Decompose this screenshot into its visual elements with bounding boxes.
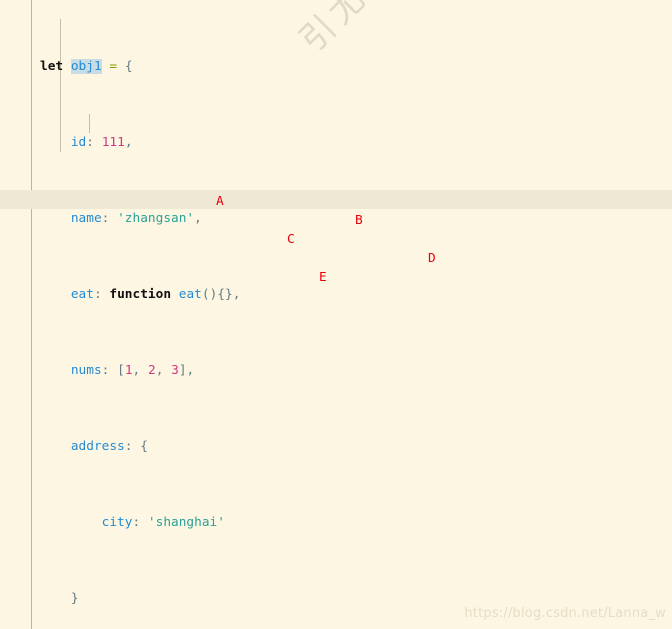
code-line[interactable]: eat: function eat(){}, xyxy=(0,285,672,304)
annotation-letter-b: B xyxy=(355,213,363,228)
annotation-letter-e: E xyxy=(319,270,327,285)
code-line[interactable]: city: 'shanghai' xyxy=(0,513,672,532)
code-content[interactable]: let obj1 = { id: 111, name: 'zhangsan', … xyxy=(0,0,672,629)
code-line[interactable]: id: 111, xyxy=(0,133,672,152)
annotation-letter-c: C xyxy=(287,232,295,247)
code-line[interactable]: name: 'zhangsan', xyxy=(0,209,672,228)
code-line[interactable]: address: { xyxy=(0,437,672,456)
annotation-letter-d: D xyxy=(428,251,436,266)
code-line[interactable]: } xyxy=(0,589,672,608)
code-editor[interactable]: let obj1 = { id: 111, name: 'zhangsan', … xyxy=(0,0,672,629)
code-line[interactable]: nums: [1, 2, 3], xyxy=(0,361,672,380)
code-line[interactable]: let obj1 = { xyxy=(0,57,672,76)
annotation-letter-a: A xyxy=(216,194,224,209)
